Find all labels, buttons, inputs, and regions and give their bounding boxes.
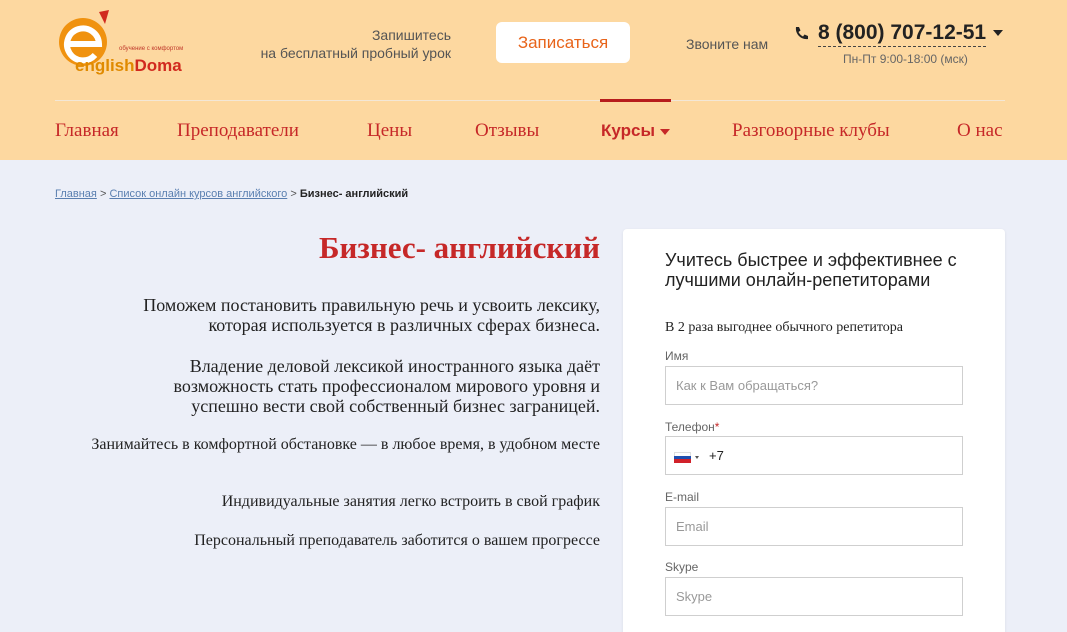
site-header: обучение с комфортом englishDoma Запишит… [0,0,1067,160]
name-input[interactable] [665,366,963,405]
breadcrumb-separator: > [290,188,297,200]
nav-item-home[interactable]: Главная [55,120,119,142]
logo-brand-doma: Doma [134,56,182,75]
name-label: Имя [665,349,689,363]
chevron-down-icon[interactable] [695,456,699,459]
promo-line-1: Запишитесь [371,27,451,43]
working-hours: Пн-Пт 9:00-18:00 (мск) [843,52,968,66]
nav-item-prices[interactable]: Цены [367,120,412,142]
breadcrumb-current: Бизнес- английский [299,188,409,200]
required-mark: * [714,420,720,434]
call-label: Звоните нам [686,36,769,52]
promo-line-2: на бесплатный пробный урок [260,45,451,61]
logo-tagline: обучение с комфортом [119,46,184,52]
russia-flag-icon[interactable] [674,452,691,463]
phone-number[interactable]: 8 (800) 707-12-51 [818,20,987,47]
email-input[interactable] [665,507,963,546]
phone-input[interactable]: +7 [665,436,963,475]
trial-promo: Запишитесь на бесплатный пробный урок [240,26,451,62]
feature-schedule: Индивидуальные занятия легко встроить в … [221,493,600,510]
phone-label: Телефон* [665,420,719,434]
main-nav: Главная Преподаватели Цены Отзывы Курсы … [0,120,1067,142]
feature-personal-teacher: Персональный преподаватель заботится о в… [194,532,600,549]
email-label: E-mail [665,490,700,504]
breadcrumb: Главная > Список онлайн курсов английско… [55,188,408,200]
nav-item-about[interactable]: О нас [957,120,1003,142]
logo-brand: englishDoma [75,56,182,76]
skype-input[interactable] [665,577,963,616]
nav-item-courses-label: Курсы [601,121,655,140]
form-subheading: В 2 раза выгоднее обычного репетитора [665,320,903,335]
signup-form-card: Учитесь быстрее и эффективнее с лучшими … [623,229,1005,632]
nav-item-reviews[interactable]: Отзывы [475,120,539,142]
nav-item-speaking-clubs[interactable]: Разговорные клубы [732,120,890,142]
feature-comfort: Занимайтесь в комфортной обстановке — в … [91,436,600,453]
breadcrumb-home[interactable]: Главная [55,188,97,200]
nav-item-teachers[interactable]: Преподаватели [177,120,299,142]
form-heading: Учитесь быстрее и эффективнее с лучшими … [665,250,957,290]
phone-prefix: +7 [709,448,724,463]
breadcrumb-separator: > [99,188,107,200]
nav-active-indicator [600,99,671,102]
signup-button[interactable]: Записаться [496,22,630,63]
phone-icon [795,27,808,40]
skype-label: Skype [665,560,699,574]
intro-paragraph: Поможем постановить правильную речь и ус… [143,295,600,335]
chevron-down-icon[interactable] [993,30,1003,36]
nav-divider [55,100,1005,101]
page-title: Бизнес- английский [319,230,600,265]
nav-item-courses[interactable]: Курсы [601,121,670,141]
benefit-paragraph: Владение деловой лексикой иностранного я… [173,356,600,416]
breadcrumb-course-list[interactable]: Список онлайн курсов английского [109,188,287,200]
phone-label-text: Телефон [665,420,715,434]
logo[interactable]: обучение с комфортом englishDoma [55,10,205,80]
logo-brand-english: english [75,56,135,75]
chevron-down-icon [659,128,670,135]
